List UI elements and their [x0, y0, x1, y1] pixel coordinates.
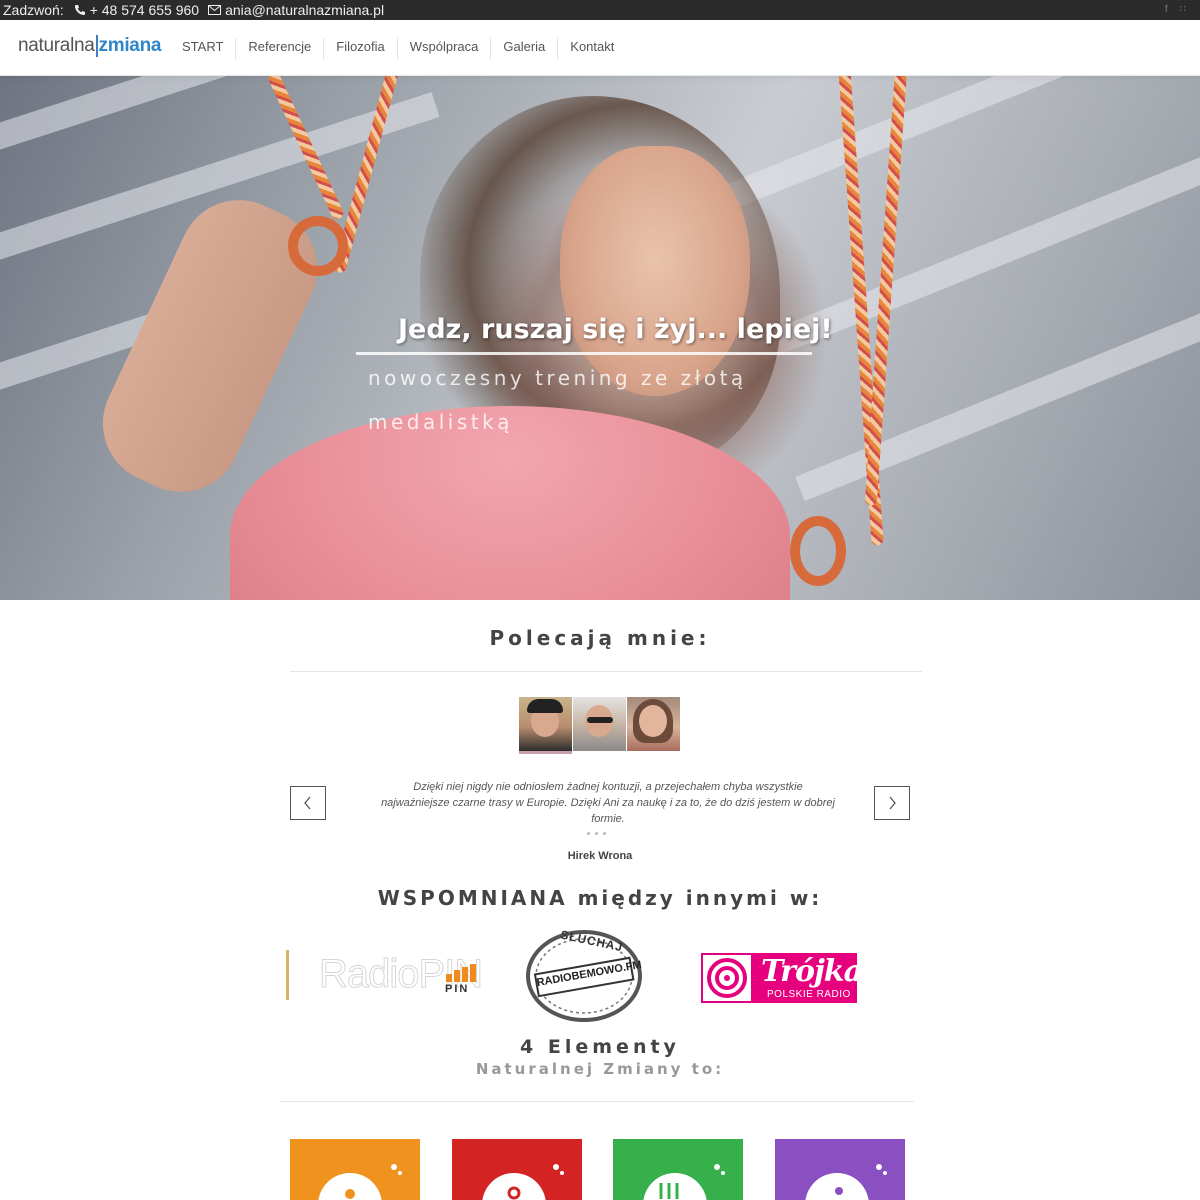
avatar-hirek-wrona[interactable]	[519, 697, 572, 751]
radiopin-stripe	[286, 950, 289, 1000]
element-2-icon	[482, 1164, 564, 1200]
testimonial-pagination	[587, 832, 606, 835]
radio-bemowo-logo[interactable]: SŁUCHAJ RADIOBEMOWO.FM	[522, 928, 646, 1024]
hero-subtitle: nowoczesny trening ze złotą medalistką	[368, 366, 747, 434]
next-testimonial-button[interactable]	[874, 786, 910, 820]
element-3-icon	[643, 1164, 725, 1200]
divider	[290, 671, 922, 672]
divider	[280, 1101, 914, 1102]
phone-icon	[74, 5, 85, 15]
element-tile-1[interactable]	[290, 1139, 420, 1200]
element-4-icon	[805, 1164, 887, 1200]
elements-heading: 4 Elementy	[520, 1036, 680, 1058]
active-avatar-indicator	[519, 751, 572, 754]
radiopin-logo[interactable]: RadioPIN PIN	[286, 950, 486, 1000]
testimonial-author: Hirek Wrona	[567, 850, 633, 862]
nav-galeria[interactable]: Galeria	[491, 38, 559, 60]
avatar-person-2[interactable]	[573, 697, 626, 751]
radiopin-tag: PIN	[445, 983, 470, 995]
prev-testimonial-button[interactable]	[290, 786, 326, 820]
hero-title: Jedz, ruszaj się i żyj... lepiej!	[398, 314, 833, 345]
hero-banner: Jedz, ruszaj się i żyj... lepiej! nowocz…	[0, 76, 1200, 600]
email-link[interactable]: ania@naturalnazmiana.pl	[208, 2, 384, 18]
trojka-logo[interactable]: Trójka POLSKIE RADIO	[701, 953, 863, 1003]
testimonial-avatars	[519, 697, 681, 751]
pagination-dot[interactable]	[603, 832, 606, 835]
envelope-icon	[208, 5, 222, 15]
main-nav: START Referencje Filozofia Wspólpraca Ga…	[170, 38, 626, 60]
testimonials-heading: Polecają mnie:	[489, 626, 711, 650]
elements-subheading: Naturalnej Zmiany to:	[475, 1060, 725, 1078]
email-address: ania@naturalnazmiana.pl	[225, 2, 385, 18]
phone-number: + 48 574 655 960	[89, 2, 200, 18]
media-heading: WSPOMNIANA między innymi w:	[377, 886, 823, 910]
element-tile-2[interactable]	[452, 1139, 582, 1200]
hero-divider	[356, 352, 812, 355]
pagination-dot[interactable]	[595, 832, 598, 835]
social-links: f ∷	[1165, 4, 1186, 15]
nav-referencje[interactable]: Referencje	[236, 38, 325, 60]
rope-knot-right	[790, 516, 846, 586]
element-tile-3[interactable]	[613, 1139, 743, 1200]
nav-kontakt[interactable]: Kontakt	[558, 38, 626, 60]
element-tile-4[interactable]	[775, 1139, 905, 1200]
logo-part-zmiana: zmiana	[98, 35, 162, 56]
contact-topbar: Zadzwoń: + 48 574 655 960 ania@naturalna…	[0, 0, 1200, 20]
chevron-left-icon	[304, 796, 311, 810]
trojka-rings-icon	[703, 955, 751, 1001]
facebook-icon[interactable]: f	[1165, 4, 1168, 15]
rope-knot-left	[288, 216, 348, 276]
site-logo[interactable]: naturalna zmiana	[18, 35, 161, 57]
site-header: naturalna zmiana START Referencje Filozo…	[0, 20, 1200, 76]
rss-icon[interactable]: ∷	[1180, 4, 1186, 15]
phone-link[interactable]: + 48 574 655 960	[74, 2, 199, 18]
pagination-dot[interactable]	[587, 832, 590, 835]
chevron-right-icon	[889, 796, 896, 810]
nav-wspolpraca[interactable]: Wspólpraca	[398, 38, 492, 60]
nav-start[interactable]: START	[170, 38, 237, 60]
logo-divider	[95, 35, 98, 57]
testimonial-quote: Dzięki niej nigdy nie odniosłem żadnej k…	[381, 781, 835, 825]
avatar-person-3[interactable]	[627, 697, 680, 751]
element-1-icon	[318, 1164, 402, 1200]
trojka-subtitle: POLSKIE RADIO	[767, 989, 851, 1000]
logo-part-naturalna: naturalna	[18, 35, 95, 56]
trojka-name: Trójka	[761, 954, 863, 989]
radiopin-bars-icon	[446, 964, 476, 982]
nav-filozofia[interactable]: Filozofia	[324, 38, 398, 60]
call-label: Zadzwoń:	[3, 2, 64, 18]
